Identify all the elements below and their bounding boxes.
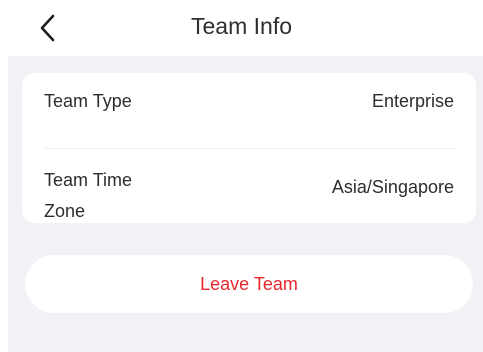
team-type-row: Team Type Enterprise: [22, 73, 476, 148]
leave-team-button[interactable]: Leave Team: [25, 255, 473, 313]
team-type-value: Enterprise: [371, 91, 454, 111]
page-title: Team Info: [191, 13, 292, 39]
team-info-card: Team Type Enterprise Team Time Zone Asia…: [22, 73, 476, 223]
team-time-zone-value: Asia/Singapore: [331, 177, 454, 197]
leave-team-label: Leave Team: [200, 273, 298, 294]
content-area: Team Type Enterprise Team Time Zone Asia…: [8, 56, 483, 352]
team-type-label: Team Type: [44, 91, 132, 111]
team-time-zone-row: Team Time Zone Asia/Singapore: [22, 149, 476, 223]
team-time-zone-label: Team Time Zone: [44, 170, 133, 221]
app-header: Team Info: [0, 0, 483, 56]
